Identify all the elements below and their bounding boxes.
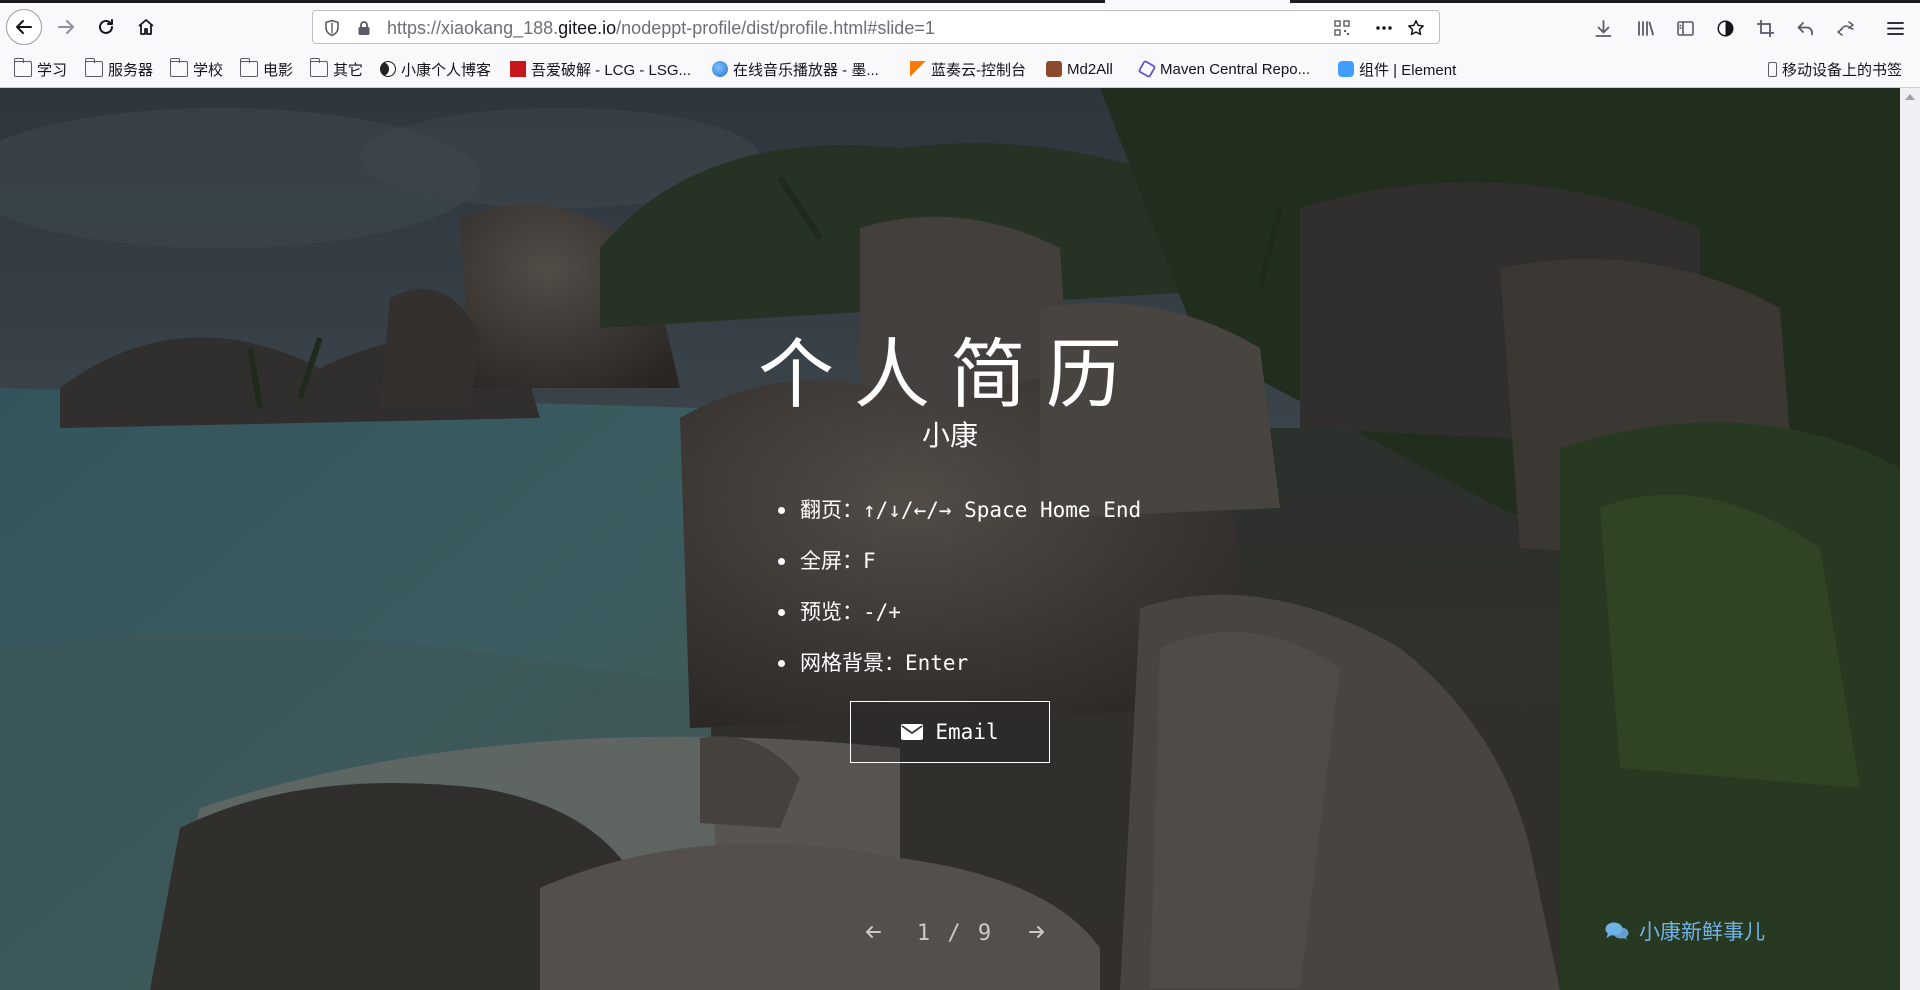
arrow-right-icon <box>58 20 74 34</box>
reload-button[interactable] <box>88 9 124 45</box>
bookmark-link[interactable]: 小康个人博客 <box>380 57 491 81</box>
dark-reader-extension-icon[interactable] <box>1712 15 1738 41</box>
element-favicon <box>1338 61 1354 77</box>
navigation-toolbar: https://xiaokang_188.gitee.io/nodeppt-pr… <box>0 3 1920 51</box>
bookmark-link[interactable]: 蓝奏云-控制台 <box>910 57 1026 81</box>
bookmark-label: 其它 <box>333 61 364 79</box>
undo-icon[interactable] <box>1792 15 1818 41</box>
list-item: 网格背景：Enter <box>778 648 1141 699</box>
bookmark-label: 小康个人博客 <box>401 61 492 79</box>
envelope-icon <box>901 724 924 740</box>
qr-code-icon[interactable] <box>1331 17 1353 39</box>
bookmark-star-icon[interactable] <box>1405 17 1427 39</box>
slide-pager: 1 / 9 <box>860 913 1050 953</box>
md2all-favicon <box>1046 61 1062 77</box>
phone-icon <box>1768 61 1777 77</box>
sync-extension-icon[interactable] <box>1832 15 1858 41</box>
52pojie-favicon <box>510 61 526 77</box>
downloads-icon[interactable] <box>1590 15 1616 41</box>
blog-favicon <box>380 61 396 77</box>
folder-icon <box>309 58 328 77</box>
list-item: 翻页：↑/↓/←/→ Space Home End <box>778 495 1141 546</box>
bookmark-label: 服务器 <box>108 61 154 79</box>
browser-chrome: https://xiaokang_188.gitee.io/nodeppt-pr… <box>0 0 1920 88</box>
bookmark-label: 学习 <box>37 61 68 79</box>
footer-link[interactable]: 小康新鲜事儿 <box>1605 916 1765 946</box>
folder-icon <box>84 58 103 77</box>
bookmark-label: 在线音乐播放器 - 墨... <box>733 61 879 79</box>
bookmark-label: Maven Central Repo... <box>1160 60 1311 78</box>
url-text[interactable]: https://xiaokang_188.gitee.io/nodeppt-pr… <box>387 18 935 39</box>
bookmark-folder[interactable]: 电影 <box>239 57 294 81</box>
bookmark-label: 组件 | Element <box>1359 61 1457 79</box>
home-button[interactable] <box>128 9 164 45</box>
shield-icon[interactable] <box>321 17 343 39</box>
maven-favicon <box>1137 59 1157 79</box>
bookmark-folder[interactable]: 其它 <box>309 57 364 81</box>
bookmark-label: Md2All <box>1067 60 1113 78</box>
slide-subtitle: 小康 <box>921 419 978 452</box>
page-indicator: 1 / 9 <box>916 921 994 946</box>
bookmark-folder[interactable]: 服务器 <box>84 57 154 81</box>
bookmark-link[interactable]: Md2All <box>1046 57 1113 81</box>
bookmark-link[interactable]: 吾爱破解 - LCG - LSG... <box>510 57 691 81</box>
folder-icon <box>169 58 188 77</box>
footer-link-label: 小康新鲜事儿 <box>1639 920 1765 944</box>
bookmark-folder[interactable]: 学习 <box>13 57 68 81</box>
more-actions-icon[interactable] <box>1373 17 1395 39</box>
bookmark-label: 蓝奏云-控制台 <box>931 61 1026 79</box>
arrow-right-icon <box>1029 926 1044 938</box>
bookmark-label: 学校 <box>193 61 224 79</box>
bookmark-label: 电影 <box>263 61 294 79</box>
back-button[interactable] <box>6 9 42 45</box>
arrow-left-icon <box>16 20 32 34</box>
list-item: 全屏：F <box>778 546 1141 597</box>
bookmark-link[interactable]: 在线音乐播放器 - 墨... <box>712 57 879 81</box>
bookmark-label: 移动设备上的书签 <box>1782 61 1903 79</box>
reload-icon <box>99 19 113 34</box>
home-icon <box>138 19 154 35</box>
slide-title: 个人简历 <box>758 330 1142 419</box>
email-label: Email <box>935 720 999 744</box>
address-bar[interactable]: https://xiaokang_188.gitee.io/nodeppt-pr… <box>312 10 1440 44</box>
forward-button[interactable] <box>48 9 84 45</box>
folder-icon <box>13 58 32 77</box>
comments-icon <box>1605 922 1629 940</box>
library-icon[interactable] <box>1632 15 1658 41</box>
scroll-up-icon <box>1905 94 1915 100</box>
bookmarks-toolbar: 学习 服务器 学校 电影 其它 小康个人博客 吾爱破解 - LCG - LSG.… <box>0 54 1920 86</box>
email-button[interactable]: Email <box>850 701 1050 763</box>
shortcut-tips-list: 翻页：↑/↓/←/→ Space Home End 全屏：F 预览：-/+ 网格… <box>778 495 1141 699</box>
list-item: 预览：-/+ <box>778 597 1141 648</box>
sidebar-icon[interactable] <box>1672 15 1698 41</box>
folder-icon <box>239 58 258 77</box>
lanzou-favicon <box>910 61 926 77</box>
bookmark-folder[interactable]: 学校 <box>169 57 224 81</box>
presentation-slide[interactable]: 个人简历 小康 翻页：↑/↓/←/→ Space Home End 全屏：F 预… <box>0 88 1920 990</box>
next-slide-button[interactable] <box>1024 919 1050 945</box>
bookmark-link[interactable]: Maven Central Repo... <box>1137 57 1311 81</box>
lock-icon[interactable] <box>353 17 375 39</box>
hamburger-menu-icon[interactable] <box>1882 15 1908 41</box>
globe-favicon <box>712 61 728 77</box>
scrollbar[interactable] <box>1900 88 1920 990</box>
crop-icon[interactable] <box>1752 15 1778 41</box>
bookmark-label: 吾爱破解 - LCG - LSG... <box>531 61 692 79</box>
bookmark-link[interactable]: 组件 | Element <box>1338 57 1456 81</box>
mobile-bookmarks[interactable]: 移动设备上的书签 <box>1768 57 1902 81</box>
